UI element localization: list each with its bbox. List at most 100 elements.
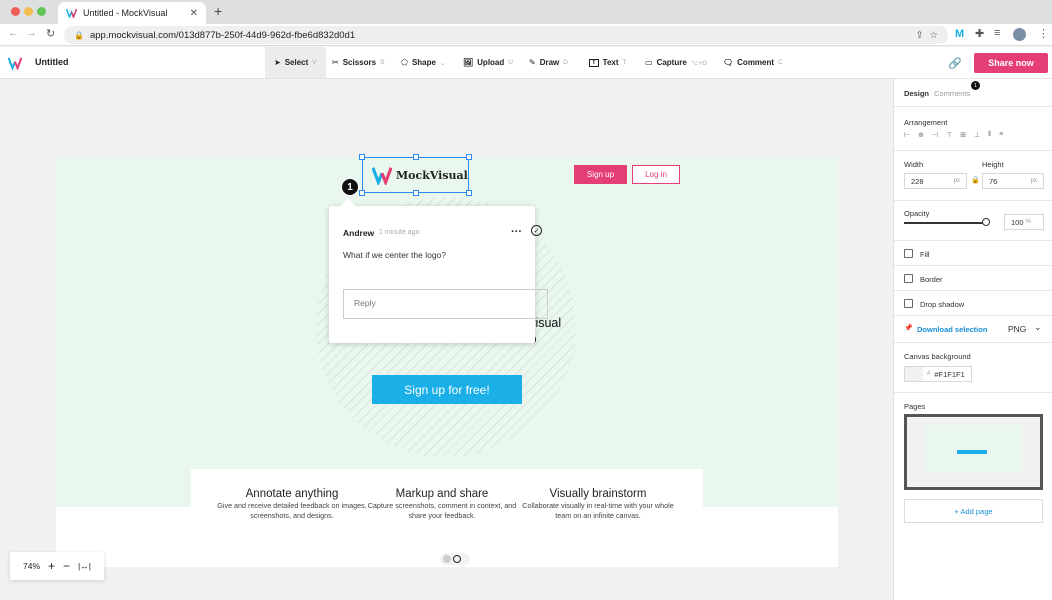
share-now-button[interactable]: Share now — [974, 53, 1048, 73]
reading-list-icon[interactable]: ≡ — [994, 27, 1000, 39]
resolve-check-icon[interactable]: ✓ — [531, 225, 542, 236]
browser-url-bar: ← → ↻ 🔒 app.mockvisual.com/013d877b-250f… — [0, 24, 1052, 46]
resize-handle-br[interactable] — [466, 190, 472, 196]
align-bottom-icon[interactable]: ⊥ — [974, 131, 980, 139]
width-field[interactable]: 228 px — [904, 173, 967, 189]
height-field[interactable]: 76 px — [982, 173, 1044, 189]
image-icon: 🖼 — [463, 58, 474, 67]
tab-close-icon[interactable]: ✕ — [190, 8, 198, 19]
bookmark-star-icon[interactable]: ☆ — [929, 30, 938, 41]
comment-pin[interactable]: 1 — [341, 178, 359, 196]
back-arrow-icon[interactable]: ← — [8, 27, 19, 39]
reload-icon[interactable]: ↻ — [46, 27, 55, 40]
comment-bubble-icon: 🗨 — [723, 58, 734, 67]
resize-handle-tr[interactable] — [466, 154, 472, 160]
align-middle-icon[interactable]: ⊞ — [960, 131, 966, 139]
add-page-button[interactable]: + Add page — [904, 499, 1043, 523]
scissors-icon: ✂ — [332, 58, 339, 67]
sign-up-button[interactable]: Sign up — [574, 165, 627, 184]
share-page-icon[interactable]: ⇪ — [916, 30, 924, 41]
minimize-window-button[interactable] — [24, 7, 33, 16]
resize-handle-bl[interactable] — [359, 190, 365, 196]
pen-icon: ✎ — [529, 58, 536, 67]
zoom-in-icon[interactable]: + — [48, 559, 55, 573]
comment-popup: Andrew 1 minute ago ··· ✓ What if we cen… — [329, 198, 548, 343]
close-window-button[interactable] — [11, 7, 20, 16]
profile-avatar[interactable] — [1013, 28, 1026, 41]
design-panel: Design Comments 1 Arrangement ⊢ ⊕ ⊣ ⊤ ⊞ ⊥ ⫴ ≡ W… — [893, 79, 1052, 600]
canvas-background-section: Canvas background # #F1F1F1 — [894, 343, 1052, 393]
pager-dot[interactable] — [443, 555, 451, 563]
opacity-slider-handle[interactable] — [982, 218, 990, 226]
align-left-icon[interactable]: ⊢ — [904, 131, 910, 139]
maximize-window-button[interactable] — [37, 7, 46, 16]
panel-tabs: Design Comments 1 — [894, 79, 1052, 107]
tool-capture[interactable]: ▭ Capture ⌥+G — [636, 47, 716, 78]
mockvisual-logo-icon[interactable] — [8, 56, 22, 70]
log-in-button[interactable]: Log in — [632, 165, 680, 184]
tool-text[interactable]: T Text T — [580, 47, 636, 78]
tool-shape[interactable]: ⬠ Shape ⌄ — [392, 47, 454, 78]
border-label: Border — [920, 275, 943, 284]
cursor-arrow-icon: ➤ — [274, 58, 281, 67]
distribute-h-icon[interactable]: ⫴ — [988, 131, 991, 139]
zoom-controls: 74% + − |↔| — [10, 552, 104, 580]
tab-title: Untitled - MockVisual — [83, 8, 168, 18]
shadow-row[interactable]: Drop shadow — [894, 291, 1052, 316]
canvas-bg-field[interactable]: # #F1F1F1 — [904, 366, 972, 382]
more-options-icon[interactable]: ··· — [511, 226, 522, 238]
chevron-down-icon[interactable]: ⌄ — [1034, 322, 1042, 333]
opacity-field[interactable]: 100% — [1004, 214, 1044, 230]
fill-row[interactable]: Fill — [894, 241, 1052, 266]
lock-icon: 🔒 — [74, 30, 84, 40]
zoom-level[interactable]: 74% — [23, 561, 40, 571]
extensions-puzzle-icon[interactable]: ✚ — [975, 27, 984, 40]
height-label: Height — [982, 160, 1004, 169]
fit-width-icon[interactable]: |↔| — [78, 561, 91, 571]
resize-handle-tl[interactable] — [359, 154, 365, 160]
comments-count-badge: 1 — [971, 81, 980, 90]
forward-arrow-icon[interactable]: → — [26, 27, 37, 39]
tool-scissors[interactable]: ✂ Scissors S — [323, 47, 393, 78]
tab-comments[interactable]: Comments — [934, 89, 970, 98]
lock-ratio-icon[interactable]: 🔒 — [971, 176, 980, 184]
tool-select[interactable]: ➤ Select V — [265, 47, 326, 78]
download-row: 📌 Download selection PNG ⌄ — [894, 316, 1052, 343]
format-select[interactable]: PNG — [1008, 324, 1026, 334]
comment-time: 1 minute ago — [379, 229, 420, 236]
color-swatch[interactable] — [905, 367, 923, 381]
align-center-icon[interactable]: ⊕ — [918, 131, 924, 139]
extension-mockvisual-icon[interactable]: M — [955, 28, 964, 40]
selection-box[interactable] — [362, 157, 469, 193]
resize-handle-bottom[interactable] — [413, 190, 419, 196]
fill-checkbox[interactable] — [904, 249, 913, 258]
link-icon[interactable]: 🔗 — [948, 57, 962, 70]
document-title[interactable]: Untitled — [35, 57, 69, 67]
zoom-out-icon[interactable]: − — [63, 559, 70, 573]
align-right-icon[interactable]: ⊣ — [932, 131, 938, 139]
align-top-icon[interactable]: ⊤ — [946, 131, 952, 139]
reply-input[interactable]: Reply — [343, 289, 548, 319]
browser-tab[interactable]: Untitled - MockVisual ✕ — [58, 2, 206, 24]
pager-dot-active[interactable] — [453, 555, 461, 563]
download-selection-link[interactable]: Download selection — [917, 325, 987, 334]
browser-menu-icon[interactable]: ⋮ — [1038, 27, 1049, 40]
tab-design[interactable]: Design — [904, 89, 929, 98]
canvas-background-label: Canvas background — [904, 352, 971, 361]
frame-pager[interactable] — [440, 553, 470, 565]
shadow-checkbox[interactable] — [904, 299, 913, 308]
signup-free-button[interactable]: Sign up for free! — [372, 375, 522, 404]
browser-tab-bar: Untitled - MockVisual ✕ + — [0, 0, 1052, 24]
tool-comment[interactable]: 🗨 Comment C — [714, 47, 792, 78]
new-tab-icon[interactable]: + — [214, 3, 222, 19]
page-thumbnail[interactable] — [904, 414, 1043, 490]
border-row[interactable]: Border — [894, 266, 1052, 291]
address-field[interactable]: 🔒 app.mockvisual.com/013d877b-250f-44d9-… — [64, 26, 948, 44]
tool-upload[interactable]: 🖼 Upload U — [454, 47, 522, 78]
distribute-v-icon[interactable]: ≡ — [999, 131, 1003, 139]
width-label: Width — [904, 160, 924, 169]
opacity-slider[interactable] — [904, 222, 987, 224]
tool-draw[interactable]: ✎ Draw D — [520, 47, 577, 78]
resize-handle-top[interactable] — [413, 154, 419, 160]
border-checkbox[interactable] — [904, 274, 913, 283]
